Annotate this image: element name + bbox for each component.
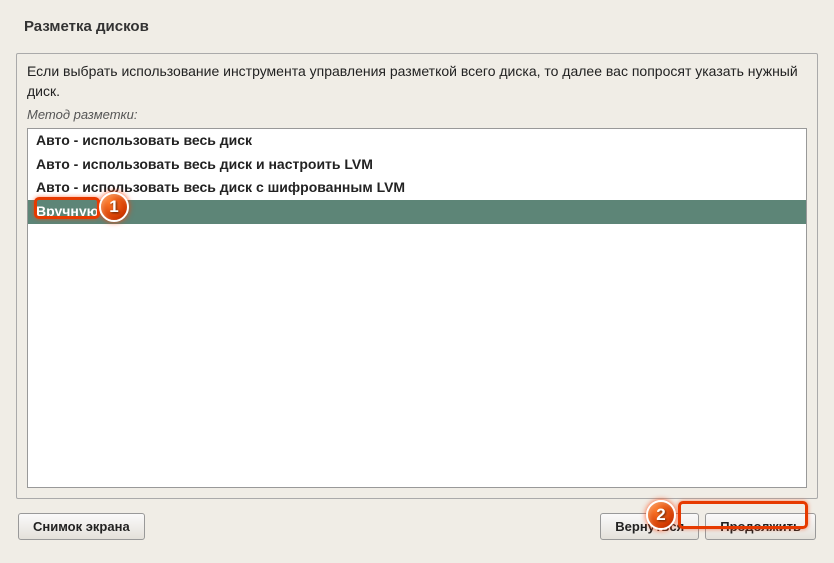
list-item[interactable]: Авто - использовать весь диск с шифрован… xyxy=(28,176,806,200)
list-item[interactable]: Авто - использовать весь диск xyxy=(28,129,806,153)
installer-window: Разметка дисков Если выбрать использован… xyxy=(0,0,834,563)
partition-method-list[interactable]: Авто - использовать весь диск Авто - исп… xyxy=(27,128,807,488)
content-panel: Если выбрать использование инструмента у… xyxy=(16,53,818,499)
continue-button[interactable]: Продолжить xyxy=(705,513,816,540)
window-title: Разметка дисков xyxy=(12,10,822,39)
list-item-selected[interactable]: Вручную xyxy=(28,200,806,224)
button-group-right: Вернуться Продолжить xyxy=(600,513,816,540)
list-item[interactable]: Авто - использовать весь диск и настроит… xyxy=(28,153,806,177)
description-text: Если выбрать использование инструмента у… xyxy=(27,62,807,101)
screenshot-button[interactable]: Снимок экрана xyxy=(18,513,145,540)
method-label: Метод разметки: xyxy=(27,107,807,122)
annotation-marker-1: 1 xyxy=(99,192,129,222)
annotation-marker-2: 2 xyxy=(646,500,676,530)
button-row: Снимок экрана Вернуться Продолжить xyxy=(12,513,822,540)
